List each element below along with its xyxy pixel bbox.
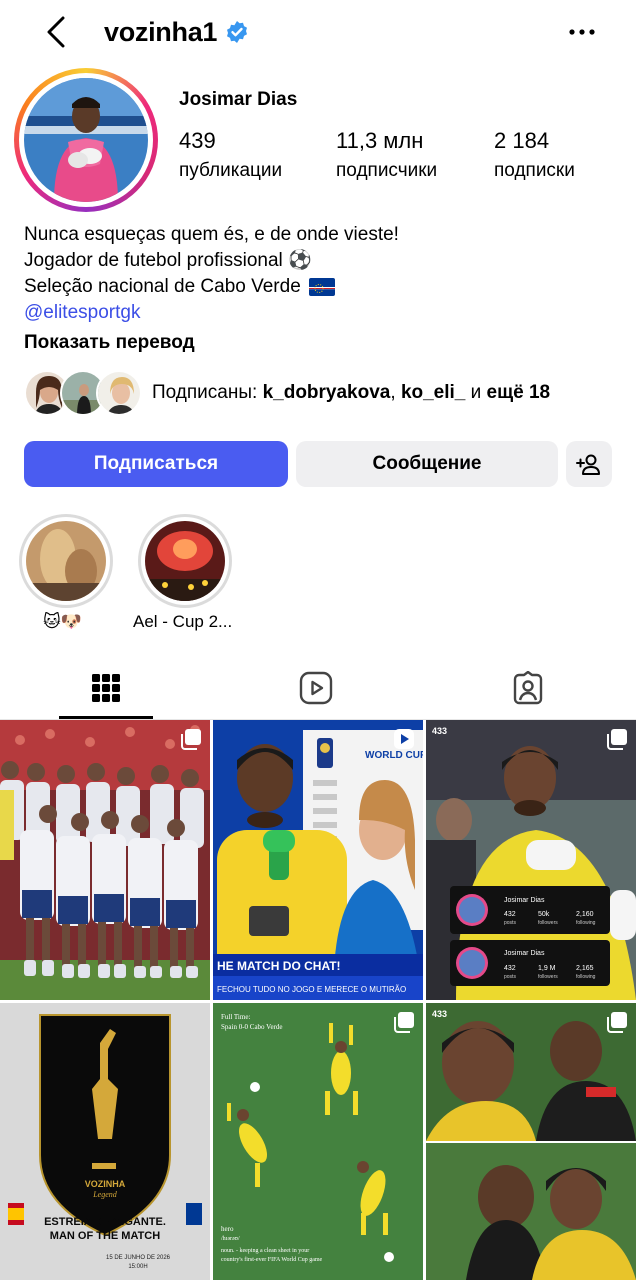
top-bar: vozinha1 (0, 0, 636, 64)
bio-line: Seleção nacional de Cabo Verde (24, 274, 399, 300)
suggest-users-button[interactable] (566, 441, 612, 487)
separator: , (390, 382, 401, 403)
tab-tagged[interactable] (508, 668, 548, 708)
active-tab-indicator (59, 716, 153, 719)
post-thumbnail[interactable]: HE MATCH DO CHAT! FECHOU TUDO NO JOGO E … (213, 720, 423, 1000)
followed-user[interactable]: ko_eli_ (401, 382, 465, 403)
bio: Nunca esqueças quem és, e de onde vieste… (24, 222, 399, 356)
post-banner-bottom: FECHOU TUDO NO JOGO E MERECE O MUTIRÃO (217, 985, 406, 994)
avatar (24, 78, 148, 202)
grid-icon (92, 674, 120, 702)
post-caption-word: hero (221, 1225, 234, 1233)
reels-icon (299, 671, 333, 705)
multi-image-icon (607, 729, 627, 750)
add-person-icon (576, 454, 600, 475)
card-stat-label: followers (538, 974, 558, 980)
card-stat-label: posts (504, 920, 516, 926)
badge-title: VOZINHA (85, 1179, 126, 1189)
stat-value: 11,3 млн (336, 128, 424, 153)
story-highlight[interactable]: Ael - Cup 2... (133, 514, 232, 631)
followed-user[interactable]: k_dobryakova (263, 382, 391, 403)
highlight-label: Ael - Cup 2... (133, 612, 233, 631)
stat-value: 2 184 (494, 128, 550, 153)
badge-subtitle: Legend (92, 1190, 118, 1199)
profile-tabs (0, 660, 636, 720)
highlight-label: 🐱🐶 (43, 612, 82, 631)
card-stat-label: following (576, 974, 596, 980)
card-stat: 2,160 (576, 911, 594, 918)
highlight-cover (145, 521, 225, 601)
story-highlight[interactable]: 🐱🐶 (19, 514, 113, 631)
post-thumbnail[interactable]: VOZINHA Legend ESTREIA DE GIGANTE. MAN O… (0, 1003, 210, 1280)
card-stat: 432 (504, 965, 516, 972)
post-thumbnail[interactable]: 433 (426, 1003, 636, 1280)
tab-reels[interactable] (296, 668, 336, 708)
bio-mention-link[interactable]: @elitesportgk (24, 300, 399, 326)
card-stat: 1,9 M (538, 965, 556, 972)
post-headline: MAN OF THE MATCH (50, 1230, 160, 1242)
post-caption-score: Spain 0-0 Cabo Verde (221, 1023, 283, 1031)
card-stat-label: following (576, 920, 596, 926)
card-stat-label: followers (538, 920, 558, 926)
post-date: 15 DE JUNHO DE 2026 (106, 1255, 171, 1261)
highlight-ring (138, 514, 232, 608)
stat-followers[interactable]: 11,3 млн подписчики (336, 128, 437, 182)
profile-full-name: Josimar Dias (179, 89, 298, 110)
stat-following[interactable]: 2 184 подписки (494, 128, 575, 182)
stat-posts[interactable]: 439 публикации (179, 128, 282, 182)
message-button[interactable]: Сообщение (296, 441, 558, 487)
card-stat: 2,165 (576, 965, 594, 972)
post-caption-definition: country's first-ever FIFA World Cup game (221, 1256, 323, 1263)
bio-line-text: Seleção nacional de Cabo Verde (24, 276, 301, 297)
post-time: 15:00H (128, 1264, 147, 1270)
tab-posts-grid[interactable] (86, 668, 126, 708)
multi-image-icon (181, 729, 201, 750)
bio-line: Nunca esqueças quem és, e de onde vieste… (24, 224, 399, 245)
post-logo-text: WORLD CUP 2026 (365, 750, 423, 761)
avatar (96, 370, 142, 416)
post-caption-title: Full Time: (221, 1013, 250, 1021)
avatar-border (19, 73, 153, 207)
story-ring[interactable] (14, 68, 158, 212)
card-stat: 432 (504, 911, 516, 918)
profile-username-header: vozinha1 (104, 14, 249, 50)
post-thumbnail[interactable] (0, 720, 210, 1000)
followed-more[interactable]: ещё 18 (487, 382, 551, 403)
follow-button[interactable]: Подписаться (24, 441, 288, 487)
show-translation-link[interactable]: Показать перевод (24, 330, 399, 356)
chevron-left-icon[interactable] (40, 14, 72, 50)
tagged-icon (513, 671, 543, 705)
post-caption-phonetic: /hɪərəʊ/ (221, 1236, 240, 1242)
followed-conjunction: и (465, 382, 487, 403)
post-thumbnail[interactable]: Full Time: Spain 0-0 Cabo Verde hero /hɪ… (213, 1003, 423, 1280)
username-text: vozinha1 (104, 16, 218, 47)
brand-watermark: 433 (432, 726, 447, 736)
multi-image-icon (607, 1012, 627, 1033)
card-name: Josimar Dias (504, 897, 545, 904)
cape-verde-flag-icon (308, 278, 335, 296)
post-headline: ESTREIA DE GIGANTE. (44, 1216, 166, 1228)
highlight-cover (26, 521, 106, 601)
followed-by[interactable]: Подписаны: k_dobryakova, ko_eli_ и ещё 1… (24, 369, 550, 417)
brand-watermark: 433 (432, 1009, 447, 1019)
card-name: Josimar Dias (504, 950, 545, 957)
post-thumbnail[interactable]: Josimar Dias 432 posts 50k followers 2,1… (426, 720, 636, 1000)
card-stat-label: posts (504, 974, 516, 980)
followed-by-text: Подписаны: k_dobryakova, ko_eli_ и ещё 1… (152, 382, 550, 404)
followed-prefix: Подписаны: (152, 382, 263, 403)
stat-label: публикации (179, 160, 283, 181)
post-banner-top: HE MATCH DO CHAT! (217, 959, 341, 973)
stat-value: 439 (179, 128, 216, 153)
stat-label: подписчики (336, 160, 438, 181)
posts-grid: HE MATCH DO CHAT! FECHOU TUDO NO JOGO E … (0, 720, 636, 1280)
more-horizontal-icon[interactable] (566, 18, 598, 46)
highlight-ring (19, 514, 113, 608)
reel-icon (394, 729, 414, 749)
verified-badge-icon (227, 21, 248, 43)
stat-label: подписки (494, 160, 575, 181)
bio-line: Jogador de futebol profissional ⚽ (24, 250, 312, 271)
post-caption-definition: noun. - keeping a clean sheet in your (221, 1248, 309, 1254)
card-stat: 50k (538, 911, 550, 918)
multi-image-icon (394, 1012, 414, 1033)
